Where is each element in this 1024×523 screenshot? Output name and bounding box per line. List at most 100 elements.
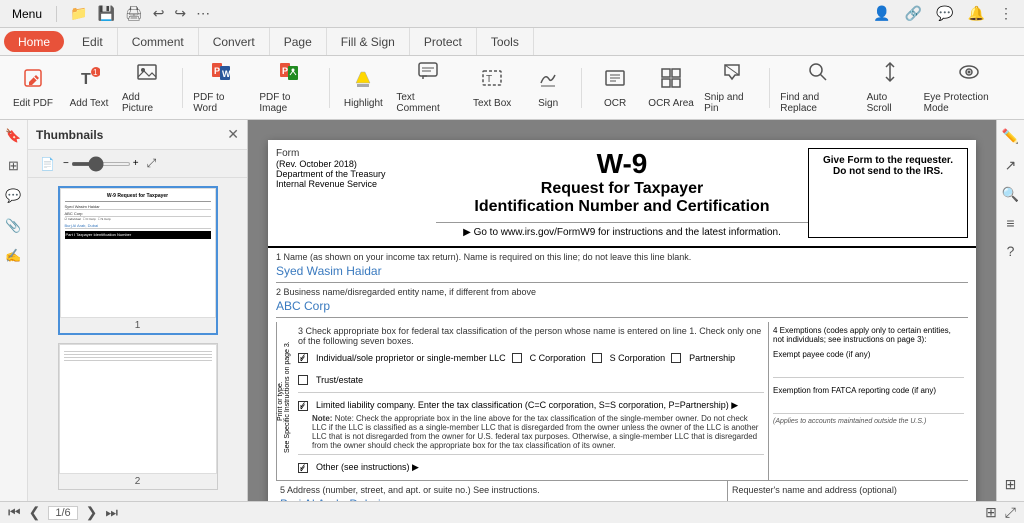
requester-label: Requester's name and address (optional) [732, 485, 964, 495]
nav-first-button[interactable]: ⏮ [8, 504, 21, 521]
edit-pdf-button[interactable]: Edit PDF [6, 60, 60, 116]
attachment-icon[interactable]: 📎 [5, 218, 21, 234]
undo-icon[interactable]: ↩ [150, 3, 168, 24]
tab-tools[interactable]: Tools [477, 28, 534, 55]
add-picture-label: Add Picture [122, 92, 172, 114]
right-grid-icon[interactable]: ⊞ [1005, 476, 1017, 493]
comment-icon[interactable]: 💬 [933, 3, 956, 24]
signature-icon[interactable]: ✍ [5, 248, 21, 264]
eye-protection-icon [958, 61, 980, 89]
eye-protection-label: Eye Protection Mode [924, 92, 1014, 114]
annotation-icon[interactable]: 💬 [5, 188, 21, 204]
ocr-button[interactable]: OCR [588, 60, 642, 116]
partnership-checkbox[interactable] [671, 353, 681, 363]
zoom-slider[interactable] [71, 162, 131, 166]
checkbox-trust: Trust/estate [298, 375, 363, 385]
snip-pin-button[interactable]: Snip and Pin [700, 60, 763, 116]
svg-text:T: T [486, 74, 492, 85]
thumbnail-area: W-9 Request for Taxpayer Syed Wasim Haid… [28, 178, 247, 501]
w9-give-form: Give Form to the requester. Do not send … [808, 148, 968, 238]
form-rev-date: (Rev. October 2018) [276, 159, 436, 169]
thumbnail-icon[interactable]: ⊞ [8, 158, 19, 174]
field4-label: 4 Exemptions (codes apply only to certai… [773, 326, 964, 344]
individual-label: Individual/sole proprietor or single-mem… [316, 353, 506, 363]
view-grid-button[interactable]: ⊞ [985, 504, 997, 521]
sign-icon [537, 67, 559, 95]
other-checkbox[interactable]: ✓ [298, 463, 308, 473]
nav-last-button[interactable]: ⏭ [105, 504, 118, 521]
right-zoom-out-icon[interactable]: ≡ [1006, 215, 1014, 231]
edit-pdf-icon [22, 67, 44, 95]
user-icon[interactable]: 👤 [870, 3, 893, 24]
auto-scroll-button[interactable]: Auto Scroll [863, 60, 918, 116]
requester-col: Requester's name and address (optional) [728, 481, 968, 501]
pdf-to-image-icon: P [278, 61, 300, 89]
pdf-page: Form (Rev. October 2018) Department of t… [268, 140, 976, 501]
main-area: 🔖 ⊞ 💬 📎 ✍ Thumbnails ✕ 📄 − + ⤢ W-9 Reque… [0, 120, 1024, 501]
view-fit-button[interactable]: ⤢ [1005, 504, 1016, 521]
ocr-area-button[interactable]: OCR Area [644, 60, 698, 116]
add-picture-button[interactable]: Add Picture [118, 60, 176, 116]
nav-prev-button[interactable]: ❮ [29, 504, 41, 521]
thumbnail-2[interactable]: 2 [58, 343, 218, 490]
share-icon[interactable]: 🔗 [902, 3, 925, 24]
llc-checkbox[interactable]: ✓ [298, 401, 308, 411]
right-help-icon[interactable]: ? [1007, 243, 1015, 259]
print-icon[interactable]: 🖨 [122, 3, 146, 24]
thumbnail-1[interactable]: W-9 Request for Taxpayer Syed Wasim Haid… [58, 186, 218, 335]
checkbox-llc: ✓ Limited liability company. Enter the t… [298, 400, 764, 411]
right-edit-icon[interactable]: ✏️ [1002, 128, 1019, 145]
bookmark-icon[interactable]: 🔖 [5, 128, 21, 144]
file-icon[interactable]: 📁 [67, 3, 90, 24]
more-icon[interactable]: ⋯ [193, 3, 213, 24]
trust-checkbox[interactable] [298, 375, 308, 385]
right-share-icon[interactable]: ↗ [1005, 157, 1017, 174]
tab-bar: Home Edit Comment Convert Page Fill & Si… [0, 28, 1024, 56]
add-text-button[interactable]: T1 Add Text [62, 60, 116, 116]
scorp-checkbox[interactable] [592, 353, 602, 363]
field5-value: Burj Al Arab, Dubai [280, 495, 723, 501]
pdf-to-word-button[interactable]: PW PDF to Word [189, 60, 253, 116]
checkbox-individual: ✓ Individual/sole proprietor or single-m… [298, 353, 506, 363]
thumb-page-icon[interactable]: 📄 [36, 155, 59, 173]
highlight-button[interactable]: Highlight [336, 60, 390, 116]
tab-fill-sign[interactable]: Fill & Sign [327, 28, 410, 55]
ocr-label: OCR [604, 98, 626, 109]
menu-right: 👤 🔗 💬 🔔 ⋮ [870, 3, 1016, 24]
separator3 [581, 68, 582, 108]
ccorp-checkbox[interactable] [512, 353, 522, 363]
sidebar-close-button[interactable]: ✕ [227, 126, 239, 143]
tab-page[interactable]: Page [270, 28, 327, 55]
redo-icon[interactable]: ↪ [171, 3, 189, 24]
tab-convert[interactable]: Convert [199, 28, 270, 55]
llc-note: Note: Note: Check the appropriate box in… [312, 414, 764, 450]
nav-next-button[interactable]: ❯ [86, 504, 98, 521]
snip-pin-icon [721, 61, 743, 89]
status-bar: ⏮ ❮ 1/6 ❯ ⏭ ⊞ ⤢ [0, 501, 1024, 523]
sign-button[interactable]: Sign [521, 60, 575, 116]
text-comment-label: Text Comment [396, 92, 459, 114]
thumb-expand-icon[interactable]: ⤢ [143, 154, 161, 173]
pdf-to-image-button[interactable]: P PDF to Image [255, 60, 323, 116]
overflow-icon[interactable]: ⋮ [996, 3, 1016, 24]
save-icon[interactable]: 💾 [94, 3, 117, 24]
find-replace-button[interactable]: Find and Replace [776, 60, 860, 116]
sidebar-title: Thumbnails [36, 128, 103, 142]
tab-comment[interactable]: Comment [118, 28, 199, 55]
w9-field2: 2 Business name/disregarded entity name,… [276, 287, 968, 318]
pdf-viewer[interactable]: Form (Rev. October 2018) Department of t… [248, 120, 996, 501]
tab-home[interactable]: Home [4, 31, 64, 52]
individual-checkbox[interactable]: ✓ [298, 353, 308, 363]
zoom-in-icon[interactable]: + [133, 158, 139, 169]
notification-icon[interactable]: 🔔 [965, 3, 988, 24]
menu-button[interactable]: Menu [8, 5, 46, 23]
zoom-out-icon[interactable]: − [63, 158, 69, 169]
tab-protect[interactable]: Protect [410, 28, 477, 55]
form-dept: Department of the Treasury [276, 169, 436, 179]
other-row: ✓ Other (see instructions) ▶ [298, 454, 764, 473]
tab-edit[interactable]: Edit [68, 28, 118, 55]
text-comment-button[interactable]: Text Comment [392, 60, 463, 116]
right-zoom-in-icon[interactable]: 🔍 [1002, 186, 1019, 203]
eye-protection-button[interactable]: Eye Protection Mode [920, 60, 1018, 116]
text-box-button[interactable]: T Text Box [465, 60, 519, 116]
